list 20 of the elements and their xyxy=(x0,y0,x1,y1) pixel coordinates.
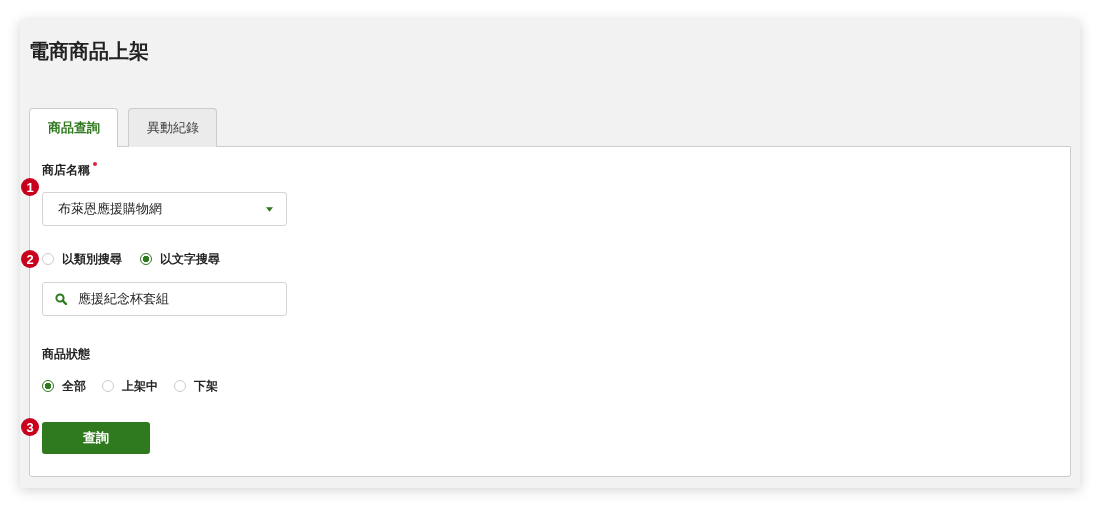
page-title: 電商商品上架 xyxy=(29,39,150,64)
query-button[interactable]: 查詢 xyxy=(42,422,150,454)
field-label: 商品狀態 xyxy=(42,347,90,361)
radio-label: 上架中 xyxy=(122,377,158,395)
shop-select[interactable]: 布萊恩應援購物網 xyxy=(42,192,287,226)
radio-label: 全部 xyxy=(62,377,86,395)
field-label: 商店名稱 xyxy=(42,162,90,179)
search-icon xyxy=(55,293,67,305)
search-field[interactable]: 應援紀念杯套組 xyxy=(42,282,287,316)
step-badge: 2 xyxy=(21,250,39,268)
caret-icon xyxy=(266,206,273,212)
radio-label: 以文字搜尋 xyxy=(160,250,220,268)
step-badge: 3 xyxy=(21,418,39,436)
radio-label: 以類別搜尋 xyxy=(62,250,122,268)
radio-button[interactable] xyxy=(42,380,54,392)
tab[interactable]: 異動紀錄 xyxy=(128,108,217,147)
radio-label: 下架 xyxy=(194,377,218,395)
radio-button[interactable] xyxy=(140,253,152,265)
step-badge: 1 xyxy=(21,178,39,196)
tab[interactable]: 商品查詢 xyxy=(29,108,118,147)
